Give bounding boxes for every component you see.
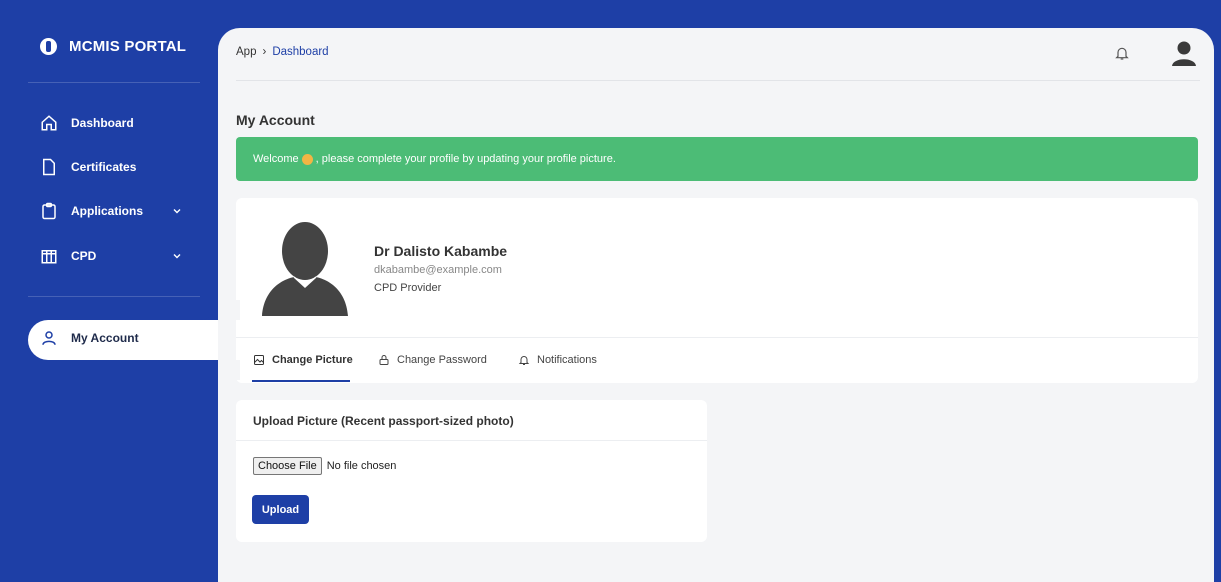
brand-name: MCMIS PORTAL xyxy=(69,38,187,55)
sidebar-item-cpd[interactable]: CPD xyxy=(40,247,96,265)
sidebar-item-my-account-content[interactable]: My Account xyxy=(40,329,139,347)
alert-prefix: Welcome xyxy=(253,153,299,165)
sidebar: MCMIS PORTAL Dashboard Certificates Appl… xyxy=(0,0,218,582)
tab-label: Change Picture xyxy=(272,354,353,366)
sidebar-divider xyxy=(28,82,200,83)
choose-file-button[interactable]: Choose File xyxy=(253,457,322,475)
sidebar-item-label: Certificates xyxy=(71,160,137,174)
sidebar-item-certificates[interactable]: Certificates xyxy=(40,158,136,176)
breadcrumb: App › Dashboard xyxy=(236,46,329,58)
bell-icon[interactable] xyxy=(1114,45,1130,61)
lock-icon xyxy=(379,355,389,365)
file-input[interactable]: Choose File No file chosen xyxy=(253,457,396,475)
profile-name: Dr Dalisto Kabambe xyxy=(374,243,508,259)
profile-email: dkabambe@example.com xyxy=(374,264,502,276)
sidebar-item-label: My Account xyxy=(71,331,139,345)
profile-role: CPD Provider xyxy=(374,282,442,294)
welcome-alert: Welcome , please complete your profile b… xyxy=(236,137,1198,181)
image-icon xyxy=(254,355,264,365)
breadcrumb-root[interactable]: App xyxy=(236,46,256,58)
bell-icon xyxy=(518,356,530,365)
tab-change-picture[interactable]: Change Picture xyxy=(253,354,353,366)
page-title: My Account xyxy=(236,112,315,128)
smiley-icon xyxy=(301,153,313,165)
tab-label: Change Password xyxy=(397,354,487,366)
home-icon xyxy=(41,115,57,131)
chevron-down-icon[interactable] xyxy=(172,251,182,264)
main-content: App › Dashboard My Account Welcome , ple… xyxy=(218,28,1214,582)
file-icon xyxy=(43,158,55,176)
active-pill-corner xyxy=(218,300,240,320)
card-divider xyxy=(236,337,1198,338)
active-tab-indicator xyxy=(252,380,350,382)
logo-icon xyxy=(40,38,57,55)
upload-title: Upload Picture (Recent passport-sized ph… xyxy=(253,414,514,428)
tab-change-password[interactable]: Change Password xyxy=(378,354,487,366)
brand-logo[interactable]: MCMIS PORTAL xyxy=(40,38,186,55)
profile-card: Dr Dalisto Kabambe dkabambe@example.com … xyxy=(236,198,1198,383)
sidebar-item-applications[interactable]: Applications xyxy=(40,202,143,220)
header-divider xyxy=(236,80,1200,81)
clipboard-icon xyxy=(42,202,56,220)
breadcrumb-current[interactable]: Dashboard xyxy=(272,46,328,58)
sidebar-item-label: CPD xyxy=(71,249,97,263)
active-pill-corner xyxy=(218,360,240,380)
upload-button[interactable]: Upload xyxy=(252,495,309,524)
columns-icon xyxy=(41,250,57,264)
file-status: No file chosen xyxy=(326,460,397,472)
user-icon xyxy=(42,331,56,345)
sidebar-item-label: Dashboard xyxy=(71,116,134,130)
alert-message: , please complete your profile by updati… xyxy=(315,153,616,165)
sidebar-item-dashboard[interactable]: Dashboard xyxy=(40,114,134,132)
upload-divider xyxy=(236,440,707,441)
chevron-down-icon[interactable] xyxy=(172,206,182,219)
breadcrumb-separator: › xyxy=(262,46,267,58)
tab-notifications[interactable]: Notifications xyxy=(518,354,597,366)
tab-label: Notifications xyxy=(537,354,597,366)
sidebar-divider xyxy=(28,296,200,297)
profile-avatar xyxy=(262,222,348,316)
sidebar-item-label: Applications xyxy=(71,204,144,218)
avatar[interactable] xyxy=(1170,39,1198,67)
upload-card: Upload Picture (Recent passport-sized ph… xyxy=(236,400,707,542)
